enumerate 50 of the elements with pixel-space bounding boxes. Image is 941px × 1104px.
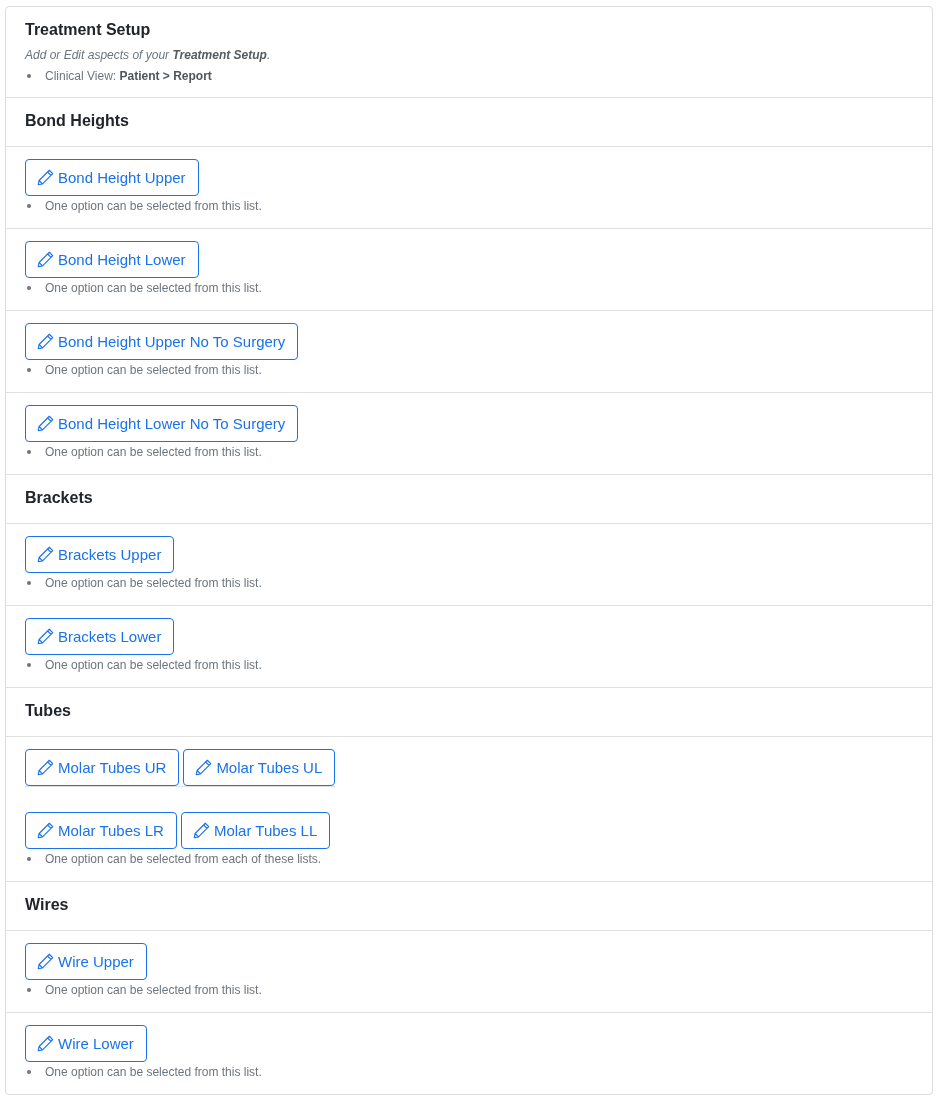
hint-text: One option can be selected from this list. — [45, 280, 262, 297]
pencil-icon — [37, 1035, 54, 1052]
edit-button[interactable]: Bond Height Lower No To Surgery — [25, 405, 299, 442]
pencil-icon — [192, 822, 210, 839]
hint-text: One option can be selected from this list. — [45, 444, 262, 461]
bullet-icon — [27, 74, 31, 78]
pencil-icon — [37, 333, 54, 350]
bullet-icon — [27, 286, 31, 290]
pencil-icon — [195, 759, 213, 776]
section-title: Brackets — [6, 474, 932, 523]
bullet-icon — [27, 368, 31, 372]
hint-text: One option can be selected from this list. — [45, 575, 262, 592]
edit-button[interactable]: Molar Tubes LR — [25, 812, 177, 849]
section-title: Bond Heights — [6, 97, 932, 146]
hint-text: One option can be selected from this list. — [45, 198, 262, 215]
pencil-icon — [37, 759, 54, 776]
hint-text: One option can be selected from each of these lists. — [45, 851, 322, 868]
bullet-icon — [27, 450, 31, 454]
section-title: Wires — [6, 881, 932, 930]
pencil-icon — [37, 169, 54, 186]
pencil-icon — [37, 628, 54, 645]
clinical-view-text: Clinical View: Patient > Report — [45, 68, 212, 85]
edit-button[interactable]: Bond Height Upper No To Surgery — [25, 323, 299, 360]
hint-text: One option can be selected from this list. — [45, 1064, 262, 1081]
section-title: Tubes — [6, 687, 932, 736]
edit-button[interactable]: Molar Tubes LL — [180, 812, 331, 849]
edit-button[interactable]: Bond Height Upper — [25, 159, 199, 196]
bullet-icon — [27, 663, 31, 667]
hint-text: One option can be selected from this list. — [45, 657, 262, 674]
pencil-icon — [37, 415, 54, 432]
panel-title: Treatment Setup — [25, 20, 152, 40]
bullet-icon — [27, 204, 31, 208]
description-text: Add or Edit aspects of your Treatment Setup. — [25, 47, 272, 64]
bullet-icon — [27, 988, 31, 992]
edit-button[interactable]: Molar Tubes UR — [25, 749, 180, 786]
hint-text: One option can be selected from this list. — [45, 362, 262, 379]
edit-button[interactable]: Brackets Upper — [25, 536, 175, 573]
edit-button[interactable]: Molar Tubes UL — [183, 749, 336, 786]
hint-text: One option can be selected from this list. — [45, 982, 262, 999]
edit-button[interactable]: Wire Lower — [25, 1025, 147, 1062]
bullet-icon — [27, 581, 31, 585]
bullet-icon — [27, 1070, 31, 1074]
pencil-icon — [37, 953, 54, 970]
edit-button[interactable]: Wire Upper — [25, 943, 147, 980]
pencil-icon — [37, 822, 54, 839]
pencil-icon — [37, 251, 54, 268]
bullet-icon — [27, 857, 31, 861]
pencil-icon — [37, 546, 54, 563]
edit-button[interactable]: Brackets Lower — [25, 618, 175, 655]
edit-button[interactable]: Bond Height Lower — [25, 241, 199, 278]
